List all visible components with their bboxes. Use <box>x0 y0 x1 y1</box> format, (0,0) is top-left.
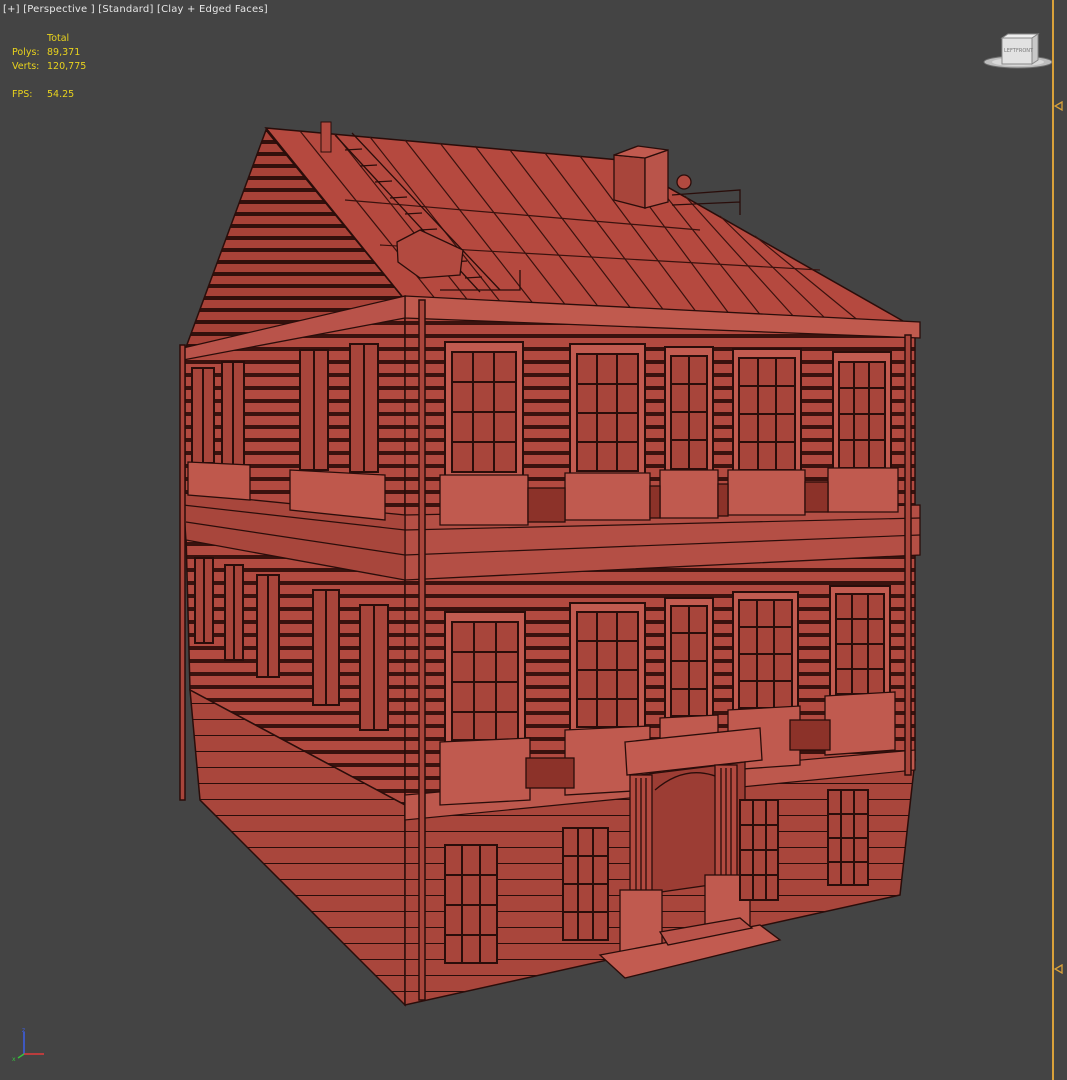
svg-text:x: x <box>12 1056 16 1062</box>
time-slider-marker-icon[interactable] <box>1054 101 1063 111</box>
axis-gizmo-icon: z x <box>12 1028 44 1062</box>
viewcube-icon[interactable]: LEFT FRONT <box>982 28 1054 72</box>
chimney-front <box>613 154 646 209</box>
perspective-viewport[interactable]: [+] [Perspective ] [Standard] [Clay + Ed… <box>0 0 1067 1080</box>
viewcube-left-face[interactable]: LEFT <box>1004 48 1017 54</box>
time-slider-marker-icon[interactable] <box>1054 964 1063 974</box>
chimney-side <box>644 149 669 209</box>
active-viewport-border <box>1052 0 1054 1080</box>
viewcube-front-face[interactable]: FRONT <box>1016 48 1034 54</box>
building-model[interactable] <box>0 0 1050 1080</box>
svg-text:z: z <box>22 1028 25 1034</box>
